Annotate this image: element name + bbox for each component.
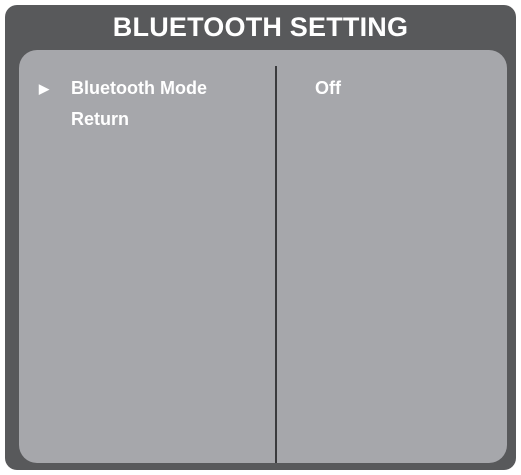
menu-item-label: Return: [71, 109, 129, 129]
menu-item-bluetooth-mode[interactable]: ▶ Bluetooth Mode: [39, 73, 207, 104]
bluetooth-setting-window: BLUETOOTH SETTING ▶ Bluetooth Mode Retur…: [5, 5, 516, 470]
menu-item-return[interactable]: Return: [39, 104, 207, 135]
menu-item-label: Bluetooth Mode: [71, 78, 207, 98]
window-title: BLUETOOTH SETTING: [112, 12, 409, 42]
triangle-right-icon: ▶: [39, 81, 49, 96]
bluetooth-mode-value[interactable]: Off: [315, 73, 341, 104]
column-divider: [275, 66, 277, 463]
menu-list: ▶ Bluetooth Mode Return: [39, 73, 207, 135]
settings-panel: ▶ Bluetooth Mode Return Off: [19, 50, 507, 463]
